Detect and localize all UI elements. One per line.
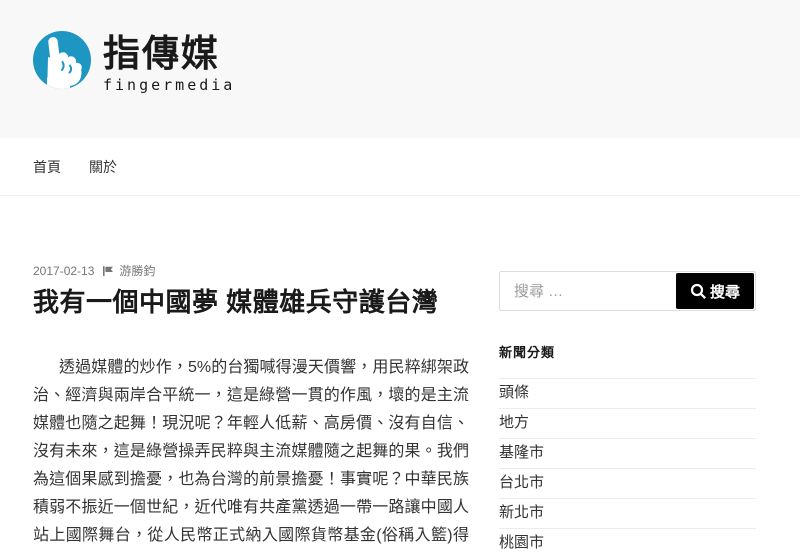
article-date: 2017-02-13 (33, 264, 94, 278)
article-meta: 2017-02-13 游勝鈞 (33, 262, 469, 279)
site-tagline: fingermedia (103, 76, 235, 94)
category-link-taoyuan[interactable]: 桃園市 (499, 529, 756, 554)
category-link-keelung[interactable]: 基隆市 (499, 439, 756, 468)
site-header: 指傳媒 fingermedia (0, 0, 800, 138)
category-link-taipei[interactable]: 台北市 (499, 469, 756, 498)
article-body: 透過媒體的炒作，5%的台獨喊得漫天價響，用民粹綁架政治、經濟與兩岸合平統一，這是… (33, 354, 469, 554)
search-icon (690, 283, 707, 300)
list-item: 地方 (499, 409, 756, 439)
search-button-label: 搜尋 (710, 281, 740, 302)
categories-list: 頭條 地方 基隆市 台北市 新北市 桃園市 (499, 378, 756, 554)
nav-item-about[interactable]: 關於 (89, 157, 117, 177)
list-item: 台北市 (499, 469, 756, 499)
site-logo-link[interactable]: 指傳媒 fingermedia (33, 31, 235, 94)
category-link-headline[interactable]: 頭條 (499, 379, 756, 408)
main-nav: 首頁 關於 (0, 138, 800, 196)
nav-item-home[interactable]: 首頁 (33, 157, 61, 177)
list-item: 基隆市 (499, 439, 756, 469)
search-button[interactable]: 搜尋 (676, 273, 754, 309)
list-item: 頭條 (499, 379, 756, 409)
fingermedia-logo-icon (33, 31, 91, 89)
article: 2017-02-13 游勝鈞 我有一個中國夢 媒體雄兵守護台灣 透過媒體的炒作，… (33, 262, 469, 554)
search-form: 搜尋 (499, 271, 756, 311)
categories-heading: 新聞分類 (499, 342, 756, 361)
sidebar: 搜尋 新聞分類 頭條 地方 基隆市 台北市 新北市 (499, 262, 756, 554)
author-flag-icon (102, 265, 114, 277)
categories-widget: 新聞分類 頭條 地方 基隆市 台北市 新北市 桃園市 (499, 342, 756, 554)
content-area: 2017-02-13 游勝鈞 我有一個中國夢 媒體雄兵守護台灣 透過媒體的炒作，… (0, 196, 800, 554)
category-link-newtaipei[interactable]: 新北市 (499, 499, 756, 528)
article-author-link[interactable]: 游勝鈞 (119, 262, 155, 279)
site-name: 指傳媒 (103, 34, 235, 75)
list-item: 新北市 (499, 499, 756, 529)
category-link-local[interactable]: 地方 (499, 409, 756, 438)
article-title: 我有一個中國夢 媒體雄兵守護台灣 (33, 287, 469, 318)
list-item: 桃園市 (499, 529, 756, 554)
